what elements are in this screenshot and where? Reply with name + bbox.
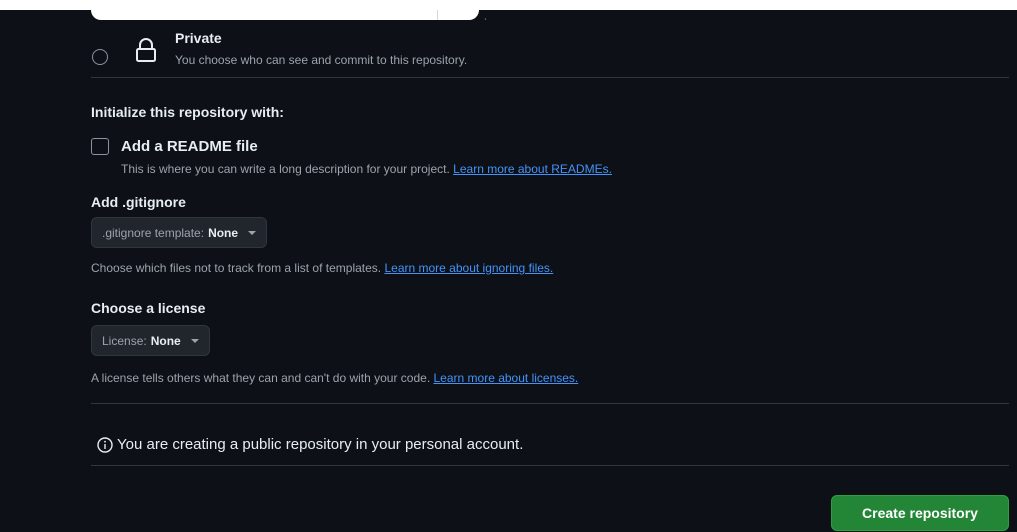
private-option-title: Private: [175, 30, 222, 46]
license-help: A license tells others what they can and…: [91, 371, 578, 385]
readme-learn-more-link[interactable]: Learn more about READMEs.: [453, 162, 612, 176]
gitignore-title: Add .gitignore: [91, 194, 186, 210]
gitignore-help-text: Choose which files not to track from a l…: [91, 261, 382, 275]
public-notice: You are creating a public repository in …: [97, 436, 523, 453]
readme-label[interactable]: Add a README file: [121, 138, 258, 155]
caret-down-icon: [248, 230, 257, 235]
input-edge-mark: ˎ: [484, 10, 488, 21]
section-divider: [91, 465, 1009, 466]
repository-input-partial[interactable]: [91, 10, 479, 20]
public-notice-text: You are creating a public repository in …: [117, 436, 524, 453]
license-help-text: A license tells others what they can and…: [91, 371, 431, 385]
caret-down-icon: [190, 338, 199, 343]
license-title: Choose a license: [91, 300, 206, 316]
license-select-value: None: [150, 333, 181, 348]
license-learn-more-link[interactable]: Learn more about licenses.: [434, 371, 579, 385]
input-divider: [437, 10, 438, 20]
readme-help-text: This is where you can write a long descr…: [121, 162, 450, 176]
section-divider: [91, 77, 1009, 78]
section-divider: [91, 403, 1009, 404]
gitignore-help: Choose which files not to track from a l…: [91, 261, 553, 275]
gitignore-select-prefix: .gitignore template:: [102, 225, 205, 240]
top-edge: [0, 0, 1017, 10]
license-select[interactable]: License: None: [91, 325, 210, 356]
private-option-description: You choose who can see and commit to thi…: [175, 53, 468, 67]
private-radio[interactable]: [92, 49, 108, 65]
gitignore-learn-more-link[interactable]: Learn more about ignoring files.: [384, 261, 553, 275]
gitignore-select-value: None: [208, 225, 239, 240]
gitignore-template-select[interactable]: .gitignore template: None: [91, 217, 268, 248]
readme-checkbox[interactable]: [91, 138, 109, 155]
new-repository-form: ˎ Private You choose who can see and com…: [0, 10, 1017, 532]
info-icon: [97, 436, 113, 453]
initialize-title: Initialize this repository with:: [91, 104, 284, 120]
license-select-prefix: License:: [102, 333, 147, 348]
readme-help: This is where you can write a long descr…: [121, 162, 612, 176]
lock-icon: [136, 38, 156, 62]
create-repository-button[interactable]: Create repository: [831, 495, 1009, 531]
